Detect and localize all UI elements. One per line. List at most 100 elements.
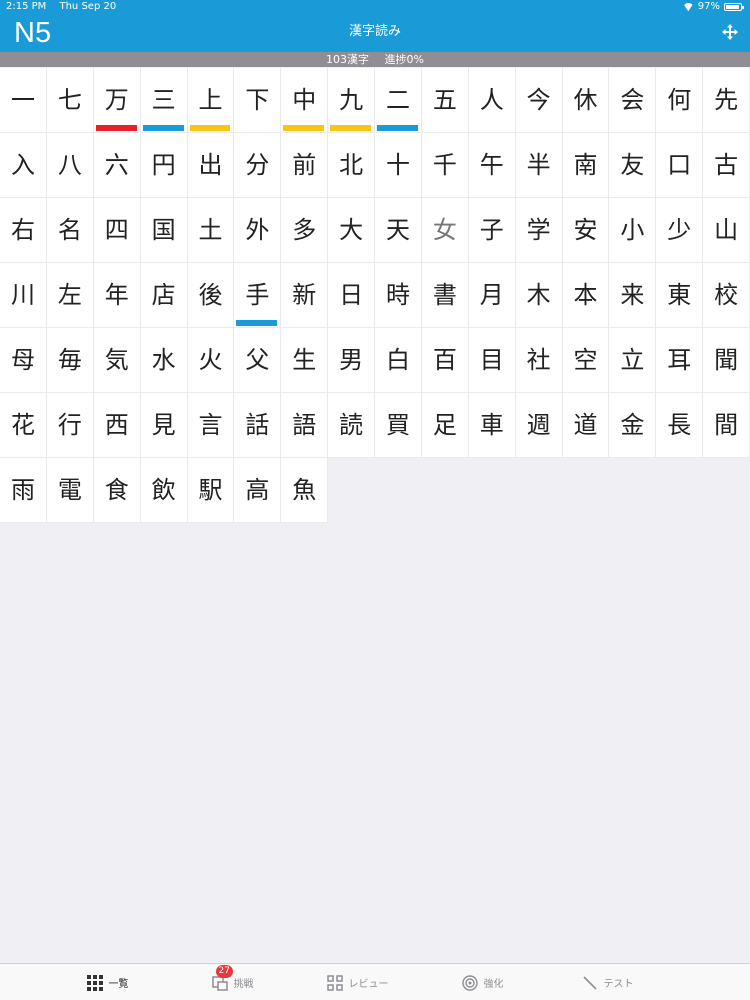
kanji-cell[interactable]: 北 [328, 133, 375, 198]
kanji-cell[interactable]: 土 [187, 198, 235, 263]
kanji-cell[interactable]: 飲 [140, 458, 188, 523]
kanji-cell[interactable]: 水 [140, 328, 188, 393]
kanji-cell[interactable]: 話 [234, 393, 282, 458]
kanji-cell[interactable]: 来 [609, 263, 657, 328]
kanji-cell[interactable]: 一 [0, 68, 47, 133]
kanji-cell[interactable]: 電 [46, 458, 94, 523]
kanji-cell[interactable]: 後 [187, 263, 235, 328]
kanji-cell[interactable]: 安 [562, 198, 610, 263]
tab-pencil[interactable]: テスト [545, 964, 670, 1000]
move-arrows-icon[interactable] [722, 24, 738, 40]
kanji-cell[interactable]: 立 [609, 328, 657, 393]
tab-grid[interactable]: 一覧 [45, 964, 170, 1000]
kanji-cell[interactable]: 大 [328, 198, 375, 263]
kanji-cell[interactable]: 足 [421, 393, 469, 458]
kanji-cell[interactable]: 見 [140, 393, 188, 458]
tab-target[interactable]: 強化 [420, 964, 545, 1000]
kanji-cell[interactable]: 多 [281, 198, 329, 263]
kanji-cell[interactable]: 今 [515, 68, 563, 133]
kanji-cell[interactable]: 生 [281, 328, 329, 393]
kanji-cell[interactable]: 駅 [187, 458, 235, 523]
kanji-cell[interactable]: 会 [609, 68, 657, 133]
kanji-cell[interactable]: 花 [0, 393, 47, 458]
kanji-cell[interactable]: 天 [375, 198, 422, 263]
kanji-cell[interactable]: 中 [281, 68, 329, 133]
kanji-cell[interactable]: 時 [375, 263, 422, 328]
kanji-cell[interactable]: 耳 [656, 328, 704, 393]
kanji-cell[interactable]: 木 [515, 263, 563, 328]
kanji-cell[interactable]: 本 [562, 263, 610, 328]
kanji-cell[interactable]: 手 [234, 263, 282, 328]
kanji-cell[interactable]: 出 [187, 133, 235, 198]
kanji-cell[interactable]: 学 [515, 198, 563, 263]
kanji-cell[interactable]: 読 [328, 393, 375, 458]
kanji-cell[interactable]: 年 [93, 263, 141, 328]
kanji-cell[interactable]: 聞 [703, 328, 750, 393]
kanji-cell[interactable]: 七 [46, 68, 94, 133]
kanji-cell[interactable]: 分 [234, 133, 282, 198]
kanji-cell[interactable]: 毎 [46, 328, 94, 393]
kanji-cell[interactable]: 川 [0, 263, 47, 328]
kanji-cell[interactable]: 名 [46, 198, 94, 263]
kanji-cell[interactable]: 午 [468, 133, 516, 198]
kanji-cell[interactable]: 右 [0, 198, 47, 263]
tab-review[interactable]: レビュー [295, 964, 420, 1000]
kanji-cell[interactable]: 左 [46, 263, 94, 328]
kanji-cell[interactable]: 週 [515, 393, 563, 458]
kanji-cell[interactable]: 三 [140, 68, 188, 133]
kanji-cell[interactable]: 十 [375, 133, 422, 198]
kanji-cell[interactable]: 万 [93, 68, 141, 133]
kanji-cell[interactable]: 月 [468, 263, 516, 328]
kanji-cell[interactable]: 少 [656, 198, 704, 263]
kanji-cell[interactable]: 外 [234, 198, 282, 263]
kanji-cell[interactable]: 校 [703, 263, 750, 328]
kanji-cell[interactable]: 白 [375, 328, 422, 393]
kanji-cell[interactable]: 日 [328, 263, 375, 328]
kanji-cell[interactable]: 百 [421, 328, 469, 393]
kanji-cell[interactable]: 女 [421, 198, 469, 263]
kanji-cell[interactable]: 五 [421, 68, 469, 133]
kanji-cell[interactable]: 新 [281, 263, 329, 328]
kanji-cell[interactable]: 長 [656, 393, 704, 458]
kanji-cell[interactable]: 円 [140, 133, 188, 198]
kanji-cell[interactable]: 気 [93, 328, 141, 393]
kanji-cell[interactable]: 東 [656, 263, 704, 328]
kanji-cell[interactable]: 食 [93, 458, 141, 523]
kanji-cell[interactable]: 上 [187, 68, 235, 133]
kanji-cell[interactable]: 南 [562, 133, 610, 198]
kanji-cell[interactable]: 四 [93, 198, 141, 263]
kanji-cell[interactable]: 母 [0, 328, 47, 393]
kanji-cell[interactable]: 下 [234, 68, 282, 133]
kanji-cell[interactable]: 目 [468, 328, 516, 393]
kanji-cell[interactable]: 国 [140, 198, 188, 263]
kanji-cell[interactable]: 言 [187, 393, 235, 458]
kanji-cell[interactable]: 古 [703, 133, 750, 198]
kanji-cell[interactable]: 西 [93, 393, 141, 458]
kanji-cell[interactable]: 高 [234, 458, 282, 523]
kanji-cell[interactable]: 道 [562, 393, 610, 458]
kanji-cell[interactable]: 友 [609, 133, 657, 198]
kanji-cell[interactable]: 雨 [0, 458, 47, 523]
kanji-cell[interactable]: 何 [656, 68, 704, 133]
kanji-cell[interactable]: 入 [0, 133, 47, 198]
kanji-cell[interactable]: 九 [328, 68, 375, 133]
kanji-cell[interactable]: 間 [703, 393, 750, 458]
kanji-cell[interactable]: 買 [375, 393, 422, 458]
tab-challenge[interactable]: 27 挑戦 [170, 964, 295, 1000]
kanji-cell[interactable]: 先 [703, 68, 750, 133]
kanji-cell[interactable]: 車 [468, 393, 516, 458]
kanji-cell[interactable]: 六 [93, 133, 141, 198]
kanji-cell[interactable]: 店 [140, 263, 188, 328]
kanji-cell[interactable]: 千 [421, 133, 469, 198]
kanji-cell[interactable]: 人 [468, 68, 516, 133]
kanji-cell[interactable]: 魚 [281, 458, 329, 523]
kanji-cell[interactable]: 書 [421, 263, 469, 328]
kanji-cell[interactable]: 口 [656, 133, 704, 198]
kanji-cell[interactable]: 語 [281, 393, 329, 458]
kanji-cell[interactable]: 小 [609, 198, 657, 263]
kanji-cell[interactable]: 八 [46, 133, 94, 198]
kanji-cell[interactable]: 社 [515, 328, 563, 393]
kanji-cell[interactable]: 子 [468, 198, 516, 263]
kanji-cell[interactable]: 行 [46, 393, 94, 458]
kanji-cell[interactable]: 火 [187, 328, 235, 393]
